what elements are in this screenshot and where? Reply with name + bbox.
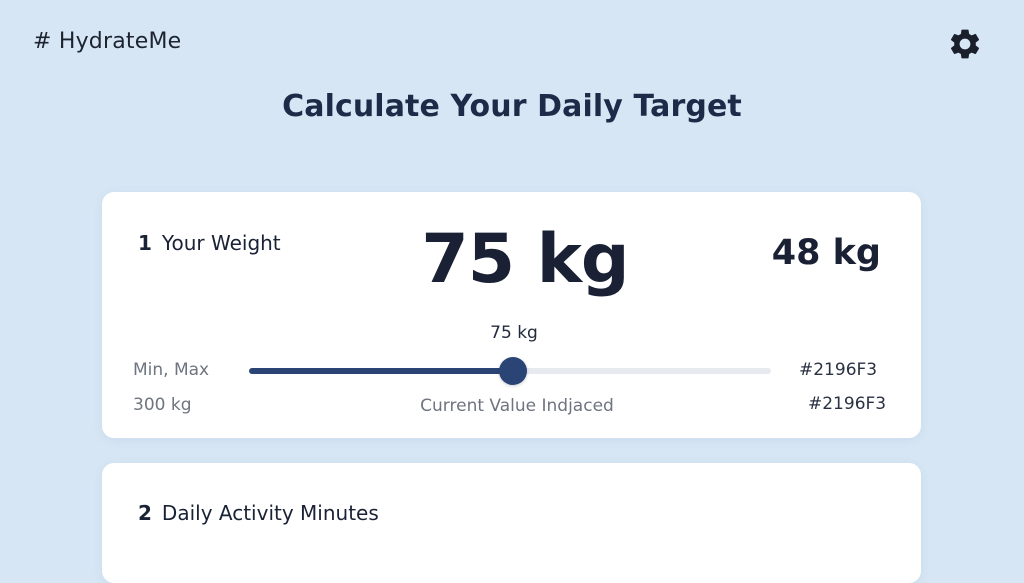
settings-button[interactable] [944,23,986,65]
weight-slider[interactable] [249,357,771,385]
gear-icon [950,29,980,59]
slider-value-label: 75 kg [490,323,538,343]
activity-step-number: 2 [138,501,152,525]
activity-card: 2 Daily Activity Minutes [102,463,921,583]
slider-fill [249,368,513,374]
secondary-weight-value: 48 kg [771,233,881,273]
slider-caption: Current Value Indjaced [420,396,614,416]
max-value-label: 300 kg [133,395,192,415]
min-max-label: Min, Max [133,360,210,380]
page-title: Calculate Your Daily Target [282,89,742,124]
activity-step-label: Daily Activity Minutes [161,501,379,525]
color-label-1: #2196F3 [799,360,878,380]
activity-step-heading: 2 Daily Activity Minutes [138,501,379,525]
weight-card: 1 Your Weight 75 kg 48 kg 75 kg Min, Max … [102,192,921,438]
slider-thumb[interactable] [499,357,527,385]
app-name: # HydrateMe [33,29,182,54]
color-label-2: #2196F3 [808,394,887,414]
